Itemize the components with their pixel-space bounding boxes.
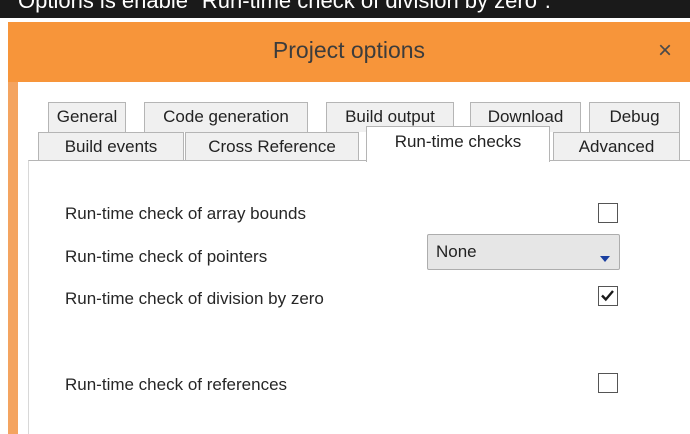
pointers-select-value: None (436, 242, 477, 261)
close-icon[interactable]: × (652, 38, 678, 64)
pointers-select[interactable]: None (427, 234, 620, 270)
option-label-division-by-zero: Run-time check of division by zero (65, 289, 324, 308)
run-time-checks-page: Run-time check of array bounds Run-time … (28, 160, 690, 434)
tab-code-generation[interactable]: Code generation (144, 102, 308, 132)
division-by-zero-checkbox[interactable] (598, 286, 618, 306)
project-options-dialog: Project options × General Code generatio… (8, 22, 690, 434)
dialog-title: Project options (272, 37, 426, 63)
option-label-references: Run-time check of references (65, 375, 288, 394)
tab-debug[interactable]: Debug (589, 102, 680, 132)
tab-build-events[interactable]: Build events (38, 132, 184, 162)
option-label-pointers: Run-time check of pointers (65, 247, 268, 266)
checkmark-icon (601, 290, 614, 302)
tab-general[interactable]: General (48, 102, 126, 132)
tab-advanced[interactable]: Advanced (553, 132, 680, 162)
tab-run-time-checks[interactable]: Run-time checks (366, 126, 550, 162)
option-label-array-bounds: Run-time check of array bounds (65, 204, 306, 223)
chevron-down-icon (600, 249, 610, 267)
caption-text: Options is enable "Run-time check of div… (18, 0, 551, 13)
references-checkbox[interactable] (598, 373, 618, 393)
tab-cross-reference[interactable]: Cross Reference (185, 132, 359, 162)
dialog-client: General Code generation Build output Dow… (18, 82, 690, 434)
caption-strip: Options is enable "Run-time check of div… (0, 0, 690, 18)
array-bounds-checkbox[interactable] (598, 203, 618, 223)
titlebar: Project options × (8, 22, 690, 82)
